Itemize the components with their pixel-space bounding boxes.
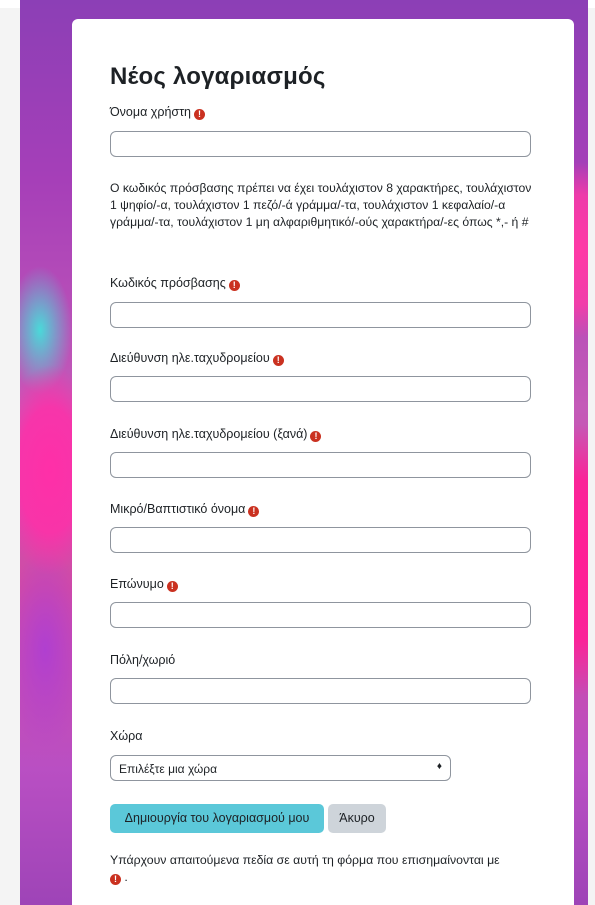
username-label: Όνομα χρήστη! xyxy=(110,105,206,120)
signup-form-card: Νέος λογαριασμός Όνομα χρήστη! Ο κωδικός… xyxy=(72,19,574,905)
required-icon: ! xyxy=(272,355,284,366)
firstname-label: Μικρό/Βαπτιστικό όνομα! xyxy=(110,502,260,517)
required-fields-note: Υπάρχουν απαιτούμενα πεδία σε αυτή τη φό… xyxy=(110,853,500,885)
country-label: Χώρα xyxy=(110,729,143,743)
password-label: Κωδικός πρόσβασης! xyxy=(110,276,240,291)
city-input[interactable] xyxy=(110,678,531,704)
cancel-button[interactable]: Άκυρο xyxy=(328,804,386,833)
country-select[interactable]: Επιλέξτε μια χώρα ♦ xyxy=(110,755,451,781)
required-icon: ! xyxy=(194,109,206,120)
city-label: Πόλη/χωριό xyxy=(110,653,176,667)
firstname-input[interactable] xyxy=(110,527,531,553)
required-icon: ! xyxy=(110,874,121,885)
required-icon: ! xyxy=(228,280,240,291)
username-input[interactable] xyxy=(110,131,531,157)
country-select-value: Επιλέξτε μια χώρα xyxy=(119,762,218,776)
lastname-label: Επώνυμο! xyxy=(110,577,178,592)
email-input[interactable] xyxy=(110,376,531,402)
select-arrows-icon: ♦ xyxy=(436,761,442,772)
email-label: Διεύθυνση ηλε.ταχυδρομείου! xyxy=(110,351,284,366)
lastname-input[interactable] xyxy=(110,602,531,628)
email-again-label: Διεύθυνση ηλε.ταχυδρομείου (ξανά)! xyxy=(110,427,322,442)
page-title: Νέος λογαριασμός xyxy=(110,63,326,90)
required-icon: ! xyxy=(166,581,178,592)
required-icon: ! xyxy=(310,431,322,442)
password-policy-text: Ο κωδικός πρόσβασης πρέπει να έχει τουλά… xyxy=(110,181,532,229)
required-icon: ! xyxy=(248,506,260,517)
password-input[interactable] xyxy=(110,302,531,328)
create-account-button[interactable]: Δημιουργία του λογαριασμού μου xyxy=(110,804,324,833)
email-again-input[interactable] xyxy=(110,452,531,478)
